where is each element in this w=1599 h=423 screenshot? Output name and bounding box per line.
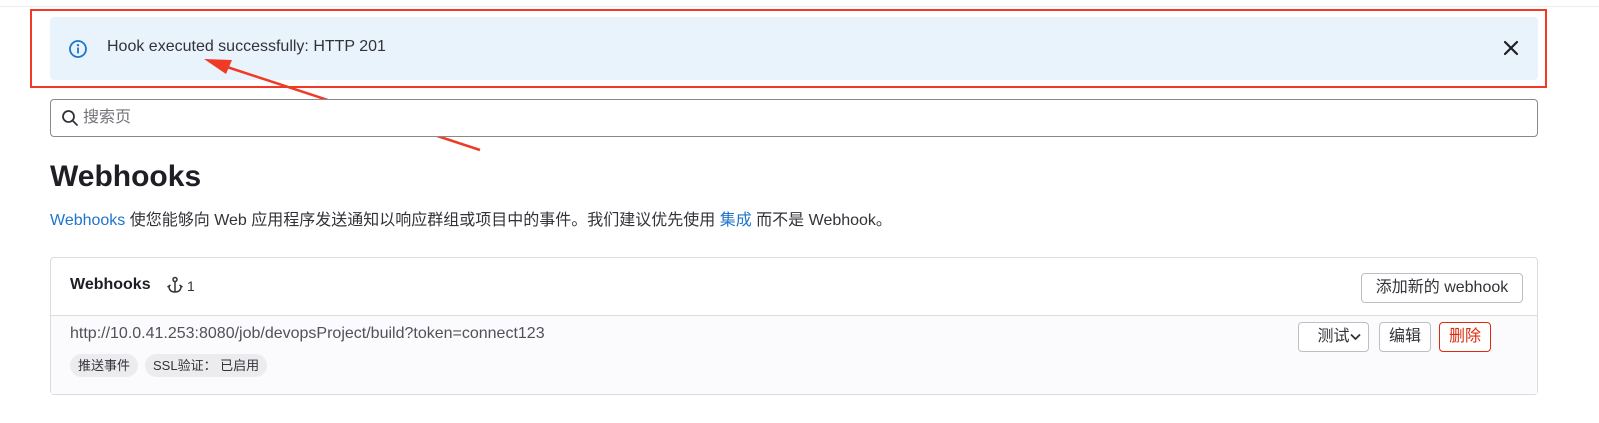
- test-button-label: 测试: [1317, 328, 1350, 345]
- search-input[interactable]: [83, 100, 1523, 136]
- integrations-link[interactable]: 集成: [720, 212, 752, 229]
- badge-ssl-verification: SSL验证： 已启用: [145, 354, 268, 377]
- webhook-count: 1: [187, 278, 195, 294]
- webhooks-card: Webhooks 1 添加新的 webhook http://10.0.41.2…: [50, 257, 1538, 395]
- alert-message: Hook executed successfully: HTTP 201: [107, 38, 386, 55]
- delete-button[interactable]: 删除: [1439, 322, 1491, 352]
- webhooks-card-header: Webhooks 1 添加新的 webhook: [51, 258, 1537, 316]
- card-title: Webhooks: [70, 276, 151, 293]
- description-text-1: 使您能够向 Web 应用程序发送通知以响应群组或项目中的事件。我们建议优先使用: [125, 212, 720, 229]
- page-description: Webhooks 使您能够向 Web 应用程序发送通知以响应群组或项目中的事件。…: [50, 206, 892, 230]
- webhooks-doc-link[interactable]: Webhooks: [50, 212, 125, 229]
- webhook-row: http://10.0.41.253:8080/job/devopsProjec…: [51, 316, 1537, 394]
- webhook-url: http://10.0.41.253:8080/job/devopsProjec…: [70, 325, 545, 342]
- info-icon: [69, 40, 87, 58]
- success-alert: Hook executed successfully: HTTP 201: [50, 17, 1538, 80]
- chevron-down-icon: [1350, 333, 1361, 341]
- search-icon: [62, 110, 78, 126]
- test-dropdown-button[interactable]: 测试: [1298, 322, 1369, 352]
- webhook-icon: [167, 276, 183, 293]
- badge-push-events: 推送事件: [70, 354, 139, 377]
- page-title: Webhooks: [50, 160, 202, 193]
- close-icon[interactable]: [1502, 39, 1520, 57]
- add-webhook-button[interactable]: 添加新的 webhook: [1361, 273, 1523, 303]
- top-divider: [0, 6, 1599, 7]
- page-search-box[interactable]: [50, 99, 1538, 137]
- description-text-2: 而不是 Webhook。: [751, 212, 892, 229]
- edit-button[interactable]: 编辑: [1379, 322, 1431, 352]
